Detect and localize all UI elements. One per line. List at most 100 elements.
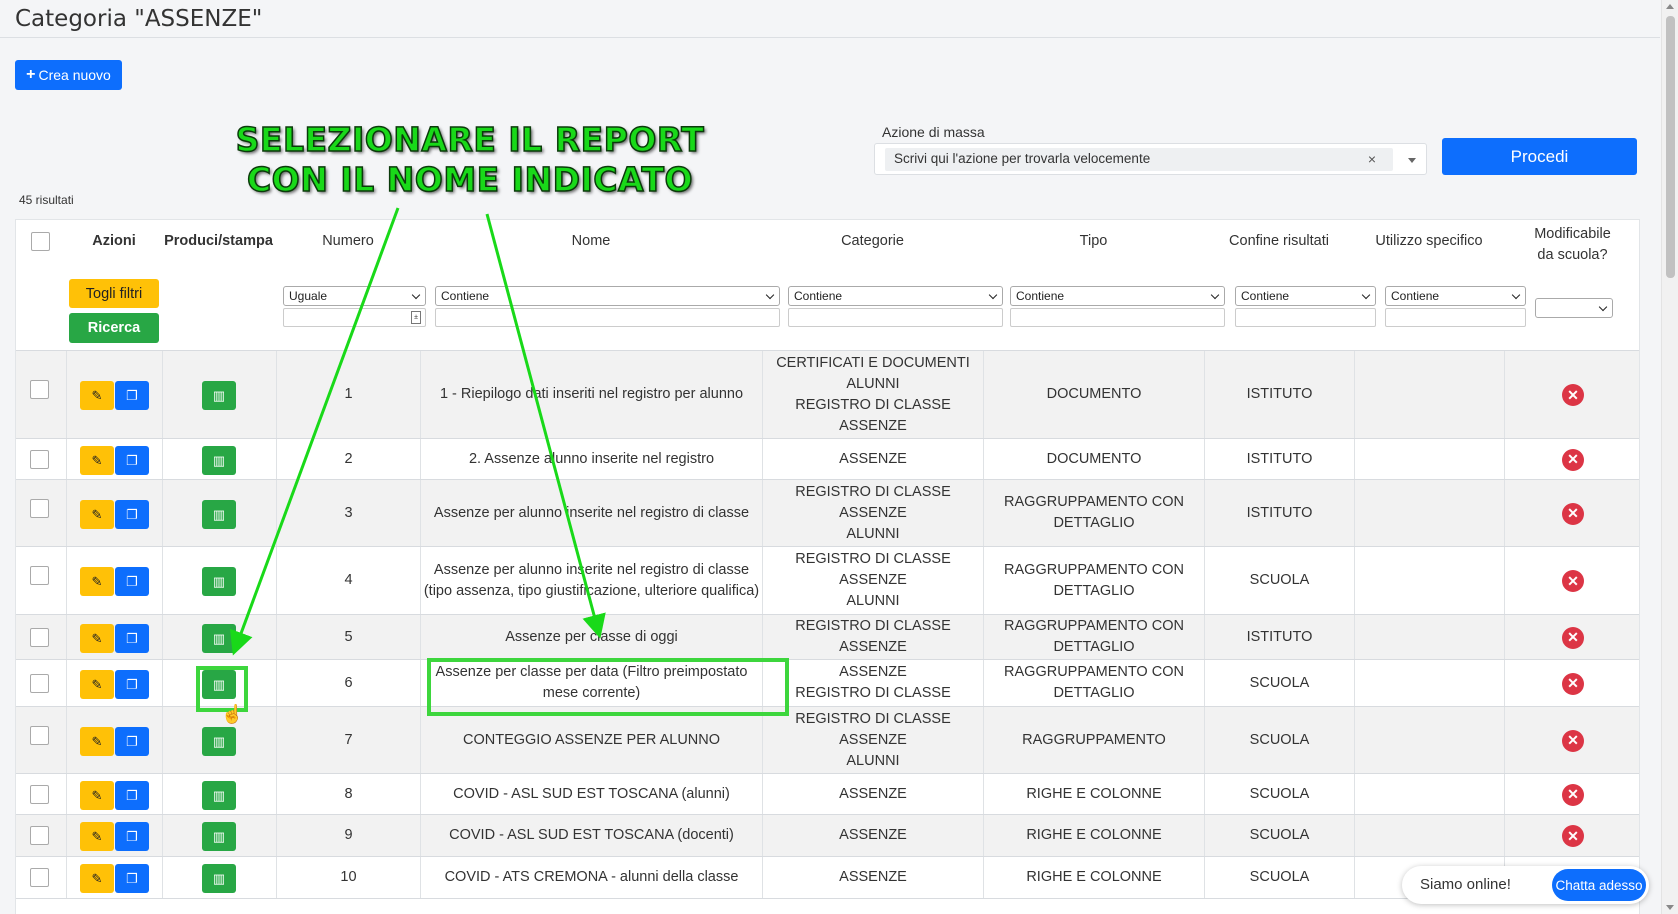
chat-widget[interactable]: Siamo online! Chatta adesso [1402,866,1649,904]
edit-button[interactable]: ✎ [80,864,114,893]
close-circle-icon[interactable]: ✕ [1562,626,1584,649]
clear-filters-button[interactable]: Togli filtri [69,279,159,308]
row-categorie: ASSENZE [762,815,983,856]
close-circle-icon[interactable]: ✕ [1562,672,1584,695]
edit-button[interactable]: ✎ [80,780,114,810]
row-numero: 9 [276,815,420,856]
copy-button[interactable]: ❐ [115,669,149,699]
edit-button[interactable]: ✎ [80,381,114,410]
close-circle-icon[interactable]: ✕ [1562,783,1584,806]
page-scrollbar[interactable] [1661,0,1678,914]
header-categorie[interactable]: Categorie [762,233,983,249]
edit-button[interactable]: ✎ [80,726,114,756]
row-checkbox[interactable] [30,868,49,887]
produce-report-button[interactable]: ▥ [202,499,236,529]
row-checkbox[interactable] [30,380,49,399]
copy-button[interactable]: ❐ [115,726,149,756]
header-confine[interactable]: Confine risultati [1204,233,1354,249]
scroll-up-icon[interactable] [1666,4,1674,9]
select-all-checkbox[interactable] [31,232,50,251]
row-modificabile-cell: ✕ [1504,480,1639,546]
utilizzo-filter-input[interactable] [1385,308,1526,327]
categorie-filter-input[interactable] [788,308,1003,327]
scroll-down-icon[interactable] [1666,905,1674,910]
copy-button[interactable]: ❐ [115,499,149,529]
close-circle-icon[interactable]: ✕ [1562,729,1584,752]
row-checkbox[interactable] [30,449,49,469]
bar-chart-icon: ▥ [212,630,226,646]
edit-button[interactable]: ✎ [80,623,114,653]
confine-filter-input[interactable] [1235,308,1376,327]
categorie-filter-select[interactable]: Contiene [788,286,1003,306]
copy-button[interactable]: ❐ [115,822,149,851]
caret-down-icon[interactable] [1408,158,1416,163]
close-circle-icon[interactable]: ✕ [1562,384,1584,406]
proceed-button[interactable]: Procedi [1442,138,1637,175]
close-circle-icon[interactable]: ✕ [1562,825,1584,847]
utilizzo-filter-select[interactable]: Contiene [1385,286,1526,306]
row-confine: SCUOLA [1204,774,1354,814]
edit-button[interactable]: ✎ [80,445,114,475]
create-new-button[interactable]: + Crea nuovo [15,60,122,90]
chat-button[interactable]: Chatta adesso [1552,869,1646,901]
copy-button[interactable]: ❐ [115,780,149,810]
close-circle-icon[interactable]: ✕ [1562,570,1584,592]
row-checkbox[interactable] [30,498,49,518]
nome-filter-input[interactable] [435,308,780,327]
mass-action-input[interactable]: Scrivi qui l'azione per trovarla velocem… [885,148,1393,171]
row-tipo-text: RAGGRUPPAMENTO CON [1004,494,1184,510]
clear-icon[interactable]: × [1368,151,1376,167]
numero-filter-select[interactable]: Uguale [283,286,426,306]
edit-button[interactable]: ✎ [80,669,114,699]
copy-button[interactable]: ❐ [115,445,149,475]
modificabile-filter-select[interactable] [1535,298,1613,318]
confine-filter-select[interactable]: Contiene [1235,286,1376,306]
search-button[interactable]: Ricerca [69,313,159,343]
numero-filter-input[interactable]: ± [283,308,426,327]
produce-report-button[interactable]: ▥ [202,780,236,810]
row-checkbox[interactable] [30,784,49,804]
edit-button[interactable]: ✎ [80,499,114,529]
mass-action-select[interactable]: Scrivi qui l'azione per trovarla velocem… [874,143,1427,175]
header-utilizzo[interactable]: Utilizzo specifico [1354,233,1504,249]
header-tipo[interactable]: Tipo [983,233,1204,249]
row-report-cell: ▥ [162,480,276,546]
header-nome[interactable]: Nome [420,233,762,249]
create-new-label: Crea nuovo [38,67,111,83]
edit-button[interactable]: ✎ [80,567,114,596]
row-confine: SCUOLA [1204,660,1354,706]
row-numero-text: 2 [344,450,353,467]
header-azioni: Azioni [92,233,136,249]
produce-report-button[interactable]: ▥ [202,864,236,893]
close-circle-icon[interactable]: ✕ [1562,448,1584,471]
row-report-cell: ▥ [162,439,276,479]
stepper-icon[interactable]: ± [411,311,421,324]
copy-button[interactable]: ❐ [115,623,149,653]
produce-report-button[interactable]: ▥ [202,381,236,410]
row-nome-text: CONTEGGIO ASSENZE PER ALUNNO [462,731,721,748]
edit-button[interactable]: ✎ [80,822,114,851]
tipo-filter-input[interactable] [1010,308,1225,327]
produce-report-button[interactable]: ▥ [202,567,236,596]
row-numero-text: 4 [344,572,353,588]
row-checkbox[interactable] [30,725,49,745]
row-checkbox[interactable] [30,627,49,647]
close-circle-icon[interactable]: ✕ [1562,502,1584,525]
copy-button[interactable]: ❐ [115,864,149,893]
copy-button[interactable]: ❐ [115,381,149,410]
produce-report-button[interactable]: ▥ [202,822,236,851]
produce-report-button[interactable]: ▥ [202,445,236,475]
nome-filter-select[interactable]: Contiene [435,286,780,306]
row-checkbox[interactable] [30,826,49,845]
row-checkbox[interactable] [30,673,49,693]
header-numero[interactable]: Numero [276,233,420,249]
row-utilizzo [1354,480,1504,546]
copy-button[interactable]: ❐ [115,567,149,596]
tipo-filter-select[interactable]: Contiene [1010,286,1225,306]
produce-report-button[interactable]: ▥ [202,726,236,756]
scroll-thumb[interactable] [1666,16,1675,278]
row-checkbox[interactable] [30,566,49,585]
produce-report-button[interactable]: ▥ [202,623,236,653]
header-modificabile[interactable]: Modificabile da scuola? [1504,224,1639,266]
row-numero: 5 [276,615,420,659]
